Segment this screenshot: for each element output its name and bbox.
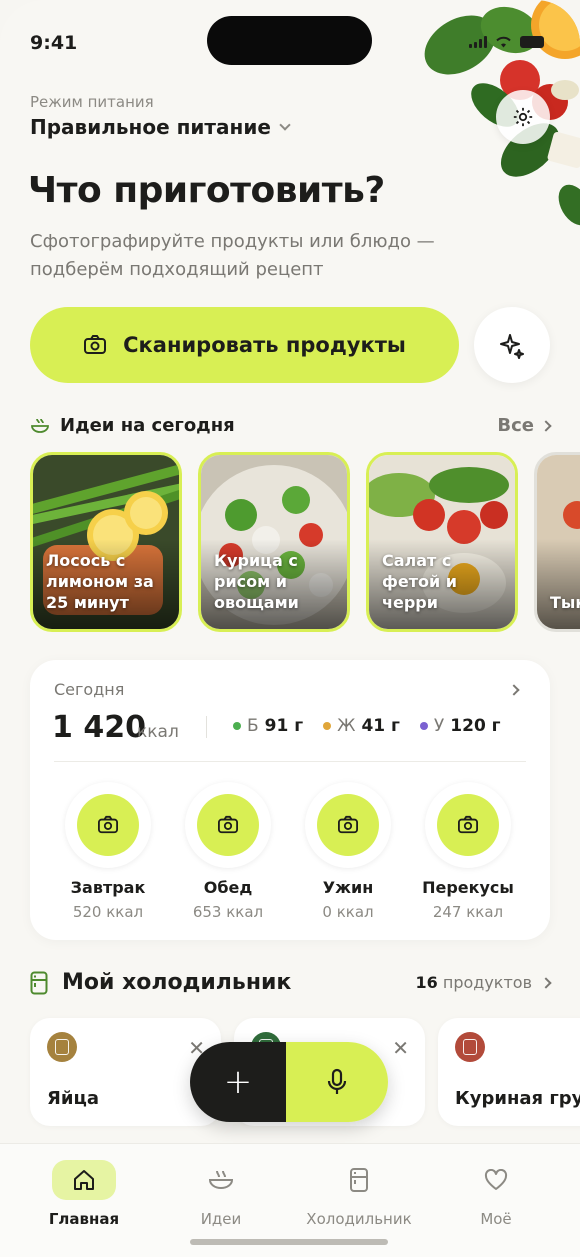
fridge-item-name: Яйца: [47, 1088, 99, 1109]
settings-button[interactable]: [496, 90, 550, 144]
ideas-header: Идеи на сегодня Все: [30, 415, 552, 436]
heart-icon: [484, 1169, 508, 1190]
home-icon: [74, 1170, 94, 1190]
tab-ideas[interactable]: Идеи: [151, 1160, 291, 1228]
meat-icon: [455, 1032, 485, 1062]
fridge-count-link[interactable]: 16 продуктов: [416, 973, 552, 992]
recipe-card[interactable]: Лосось с лимоном за 25 минут: [30, 452, 182, 632]
meal-name: Обед: [203, 878, 253, 897]
today-kcal-unit: ккал: [137, 722, 179, 742]
camera-icon: [98, 815, 118, 834]
meal-kcal: 247 ккал: [432, 903, 504, 921]
meal-kcal: 520 ккал: [72, 903, 144, 921]
divider: [54, 761, 526, 762]
meal-kcal: 653 ккал: [192, 903, 264, 921]
floating-action-group: +: [190, 1042, 388, 1122]
camera-icon: [84, 335, 107, 354]
ideas-carousel[interactable]: Лосось с лимоном за 25 минут Курица с ри…: [30, 452, 580, 632]
meal-dinner[interactable]: Ужин 0 ккал: [288, 782, 408, 921]
sparkles-icon: [500, 334, 524, 359]
meal-name: Завтрак: [70, 878, 146, 897]
home-indicator: [190, 1239, 388, 1245]
divider: [206, 716, 207, 738]
egg-icon: [47, 1032, 77, 1062]
meal-snacks[interactable]: Перекусы 247 ккал: [408, 782, 528, 921]
ideas-title: Идеи на сегодня: [60, 415, 235, 436]
ai-suggest-button[interactable]: [474, 307, 550, 383]
app-screen: 9:41 Режим питания Правильное питание Чт…: [0, 0, 580, 1257]
battery-icon: [520, 36, 544, 48]
recipe-card-title: Курица с рисом и овощами: [214, 551, 299, 612]
fat-dot-icon: [323, 722, 332, 730]
chevron-right-icon: [540, 419, 552, 432]
macro-fat: Ж 41 г: [323, 716, 400, 736]
meal-name: Перекусы: [422, 878, 514, 897]
recipe-card-title: Салат с фетой и черри: [382, 551, 457, 612]
chevron-right-icon: [508, 684, 520, 696]
meals-row: Завтрак 520 ккал Обед 653 ккал Ужин 0 кк…: [30, 782, 550, 921]
meal-lunch[interactable]: Обед 653 ккал: [168, 782, 288, 921]
tab-fridge[interactable]: Холодильник: [289, 1160, 429, 1228]
close-icon[interactable]: ✕: [392, 1036, 409, 1060]
ideas-see-all-link[interactable]: Все: [497, 415, 552, 436]
plus-icon: +: [223, 1062, 253, 1102]
gear-icon: [513, 107, 533, 127]
meal-kcal: 0 ккал: [322, 903, 374, 921]
status-time: 9:41: [30, 32, 78, 54]
camera-icon: [338, 815, 358, 834]
today-summary-card[interactable]: Сегодня 1 420 ккал Б 91 г Ж 41 г У 120 г: [30, 660, 550, 940]
scan-products-button[interactable]: Сканировать продукты: [30, 307, 459, 383]
dynamic-island: [207, 16, 372, 65]
status-icons: [469, 36, 544, 48]
camera-icon: [458, 815, 478, 834]
add-product-button[interactable]: +: [190, 1042, 286, 1122]
protein-dot-icon: [233, 722, 241, 730]
camera-icon: [218, 815, 238, 834]
fridge-header: Мой холодильник 16 продуктов: [30, 970, 552, 995]
recipe-card-title: Тык суп: [550, 593, 580, 612]
signal-icon: [469, 36, 487, 48]
diet-mode-value: Правильное питание: [30, 115, 271, 139]
meal-name: Ужин: [322, 878, 374, 897]
tab-mine[interactable]: Моё: [426, 1160, 566, 1228]
chevron-down-icon: [279, 119, 291, 131]
bowl-icon: [31, 418, 49, 433]
recipe-card-title: Лосось с лимоном за 25 минут: [46, 551, 154, 612]
macros-row: Б 91 г Ж 41 г У 120 г: [233, 716, 501, 736]
bowl-icon: [208, 1170, 234, 1189]
tab-home[interactable]: Главная: [14, 1160, 154, 1228]
wifi-icon: [496, 36, 511, 48]
recipe-card[interactable]: Салат с фетой и черри: [366, 452, 518, 632]
fridge-title: Мой холодильник: [62, 970, 292, 995]
voice-input-button[interactable]: [286, 1042, 388, 1122]
macro-protein: Б 91 г: [233, 716, 303, 736]
meal-breakfast[interactable]: Завтрак 520 ккал: [48, 782, 168, 921]
recipe-card[interactable]: Курица с рисом и овощами: [198, 452, 350, 632]
recipe-card[interactable]: Тык суп: [534, 452, 580, 632]
fridge-item-card[interactable]: Куриная грудка: [438, 1018, 580, 1126]
page-title: Что приготовить?: [28, 170, 385, 211]
fridge-icon: [30, 971, 48, 994]
fridge-icon: [350, 1168, 368, 1192]
diet-mode-label: Режим питания: [30, 93, 154, 111]
page-subtitle: Сфотографируйте продукты или блюдо — под…: [30, 231, 435, 280]
fridge-item-name: Куриная грудка: [455, 1088, 580, 1109]
carbs-dot-icon: [419, 722, 428, 730]
chevron-right-icon: [540, 976, 552, 989]
scan-products-label: Сканировать продукты: [123, 333, 406, 357]
microphone-icon: [327, 1068, 347, 1094]
today-label: Сегодня: [54, 680, 125, 699]
today-kcal-value: 1 420: [52, 710, 146, 745]
macro-carbs: У 120 г: [419, 716, 501, 736]
diet-mode-selector[interactable]: Правильное питание: [30, 115, 291, 139]
